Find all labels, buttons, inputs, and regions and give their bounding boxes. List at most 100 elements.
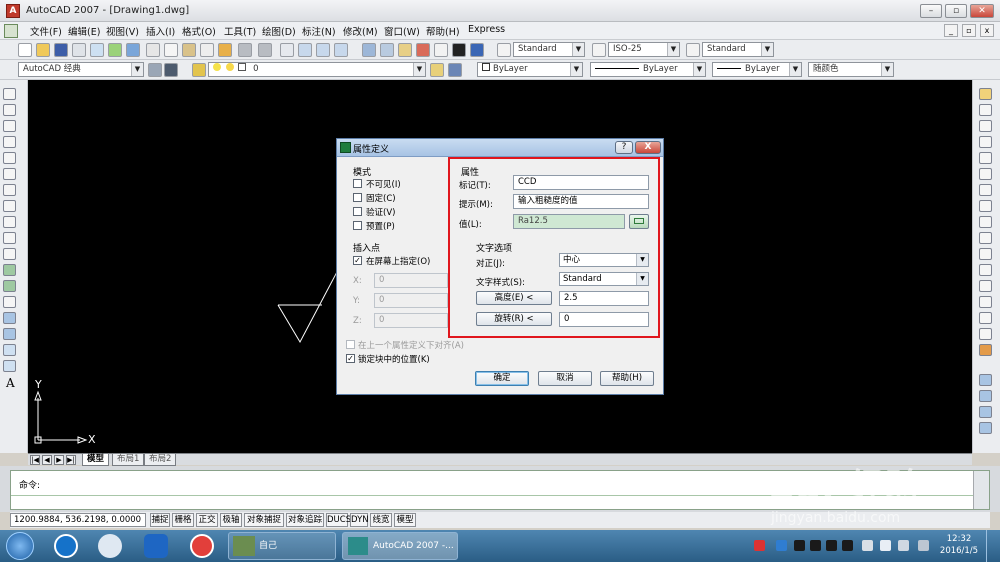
tray-shield-icon[interactable] [776, 540, 787, 551]
model-toggle[interactable]: 模型 [394, 513, 416, 527]
copy-icon[interactable] [164, 43, 178, 57]
tray-display-icon[interactable] [862, 540, 873, 551]
verify-checkbox[interactable] [353, 207, 362, 216]
design-center-icon[interactable] [380, 43, 394, 57]
gradient-icon[interactable] [3, 328, 16, 340]
close-button[interactable]: ✕ [970, 4, 994, 18]
fillet-icon[interactable] [979, 328, 992, 340]
invisible-checkbox[interactable] [353, 179, 362, 188]
tab-first-button[interactable]: |◀ [30, 455, 40, 465]
arc-icon[interactable] [3, 168, 16, 180]
taskbar-task-image[interactable]: 自己 [228, 532, 336, 560]
kugou-app-icon[interactable] [54, 534, 78, 558]
break-at-point-icon[interactable] [979, 264, 992, 276]
menu-dimension[interactable]: 标注(N) [302, 24, 336, 38]
tab-last-button[interactable]: ▶| [66, 455, 76, 465]
open-icon[interactable] [36, 43, 50, 57]
multiline-text-icon[interactable]: A [6, 376, 15, 390]
ellipse-arc-icon[interactable] [3, 248, 16, 260]
block-editor-icon[interactable] [218, 43, 232, 57]
match-properties-icon[interactable] [200, 43, 214, 57]
publish-icon[interactable] [108, 43, 122, 57]
menu-tools[interactable]: 工具(T) [224, 24, 256, 38]
zoom-window-icon[interactable] [316, 43, 330, 57]
dialog-title-bar[interactable]: 属性定义 ? X [337, 139, 663, 157]
redo-icon[interactable] [258, 43, 272, 57]
properties-icon[interactable] [362, 43, 376, 57]
video-player-icon[interactable] [190, 534, 214, 558]
x-input[interactable]: 0 [374, 273, 448, 288]
menu-express[interactable]: Express [468, 24, 505, 35]
ducs-toggle[interactable]: DUCS [326, 513, 351, 527]
layer-select[interactable]: 0 ▼ [208, 62, 426, 77]
doc-close-button[interactable]: x [980, 24, 994, 37]
zoom-previous-icon[interactable] [334, 43, 348, 57]
command-scrollbar[interactable] [973, 471, 989, 509]
sheet-set-icon[interactable] [416, 43, 430, 57]
join-icon[interactable] [979, 296, 992, 308]
point-icon[interactable] [3, 296, 16, 308]
construction-line-icon[interactable] [3, 104, 16, 116]
ortho-toggle[interactable]: 正交 [196, 513, 218, 527]
plotstyle-select[interactable]: 随颜色 ▼ [808, 62, 894, 77]
break-icon[interactable] [979, 280, 992, 292]
tool-palettes-icon[interactable] [398, 43, 412, 57]
tray-app-icon[interactable] [754, 540, 765, 551]
maximize-button[interactable]: ▫ [945, 4, 967, 18]
tab-next-button[interactable]: ▶ [54, 455, 64, 465]
chamfer-icon[interactable] [979, 312, 992, 324]
polar-toggle[interactable]: 极轴 [220, 513, 242, 527]
menu-edit[interactable]: 编辑(E) [68, 24, 100, 38]
taskbar-task-autocad[interactable]: AutoCAD 2007 -... [342, 532, 458, 560]
table-icon[interactable] [3, 360, 16, 372]
spline-icon[interactable] [3, 216, 16, 228]
align-below-checkbox[interactable] [346, 340, 355, 349]
help-button[interactable]: 帮助(H) [600, 371, 654, 386]
pan-icon[interactable] [280, 43, 294, 57]
menu-view[interactable]: 视图(V) [106, 24, 139, 38]
draworder-above-icon[interactable] [979, 406, 992, 418]
markup-icon[interactable] [434, 43, 448, 57]
menu-help[interactable]: 帮助(H) [426, 24, 460, 38]
table-style-select[interactable]: Standard ▼ [702, 42, 774, 57]
plot-icon[interactable] [72, 43, 86, 57]
copy-object-icon[interactable] [979, 104, 992, 116]
y-input[interactable]: 0 [374, 293, 448, 308]
coordinates-readout[interactable]: 1200.9884, 536.2198, 0.0000 [10, 513, 146, 527]
draworder-under-icon[interactable] [979, 422, 992, 434]
new-icon[interactable] [18, 43, 32, 57]
mirror-icon[interactable] [979, 120, 992, 132]
dim-style-icon[interactable] [592, 43, 606, 57]
3d-dwf-icon[interactable] [126, 43, 140, 57]
text-style-select[interactable]: Standard ▼ [513, 42, 585, 57]
stretch-icon[interactable] [979, 216, 992, 228]
line-icon[interactable] [3, 88, 16, 100]
make-current-layer-icon[interactable] [430, 63, 444, 77]
doc-minimize-button[interactable]: _ [944, 24, 958, 37]
dialog-help-button[interactable]: ? [615, 141, 633, 154]
polygon-icon[interactable] [3, 136, 16, 148]
grid-toggle[interactable]: 栅格 [172, 513, 194, 527]
calculator-icon[interactable] [452, 43, 466, 57]
tray-volume-icon[interactable] [918, 540, 929, 551]
array-icon[interactable] [979, 152, 992, 164]
extend-icon[interactable] [979, 248, 992, 260]
make-block-icon[interactable] [3, 280, 16, 292]
offset-icon[interactable] [979, 136, 992, 148]
undo-icon[interactable] [238, 43, 252, 57]
minimize-button[interactable]: – [920, 4, 942, 18]
preset-checkbox[interactable] [353, 221, 362, 230]
rectangle-icon[interactable] [3, 152, 16, 164]
otrack-toggle[interactable]: 对象追踪 [286, 513, 324, 527]
layer-manager-icon[interactable] [192, 63, 206, 77]
osnap-toggle[interactable]: 对象捕捉 [244, 513, 284, 527]
menu-draw[interactable]: 绘图(D) [262, 24, 296, 38]
preview-icon[interactable] [90, 43, 104, 57]
snap-toggle[interactable]: 捕捉 [150, 513, 170, 527]
save-icon[interactable] [54, 43, 68, 57]
draworder-back-icon[interactable] [979, 390, 992, 402]
workspace-select[interactable]: AutoCAD 经典 ▼ [18, 62, 144, 77]
hatch-icon[interactable] [3, 312, 16, 324]
tab-model[interactable]: 模型 [82, 454, 110, 466]
rotate-icon[interactable] [979, 184, 992, 196]
